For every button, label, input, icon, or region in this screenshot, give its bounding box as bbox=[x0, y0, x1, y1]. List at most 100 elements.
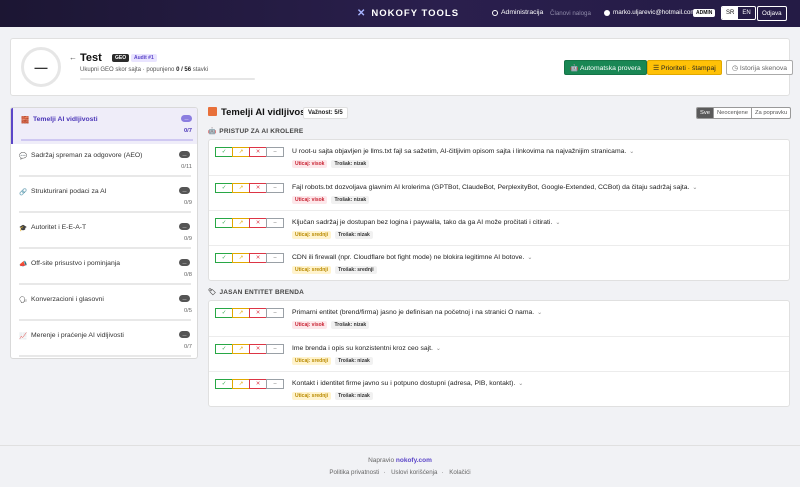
sidebar-item-label: Sadržaj spreman za odgovore (AEO) bbox=[31, 152, 143, 159]
lang-en-button[interactable]: EN bbox=[738, 7, 754, 19]
sidebar-item[interactable]: 💬 Sadržaj spreman za odgovore (AEO) — 0/11 bbox=[11, 144, 197, 180]
nav-user[interactable]: marko.uljarevic@hotmail.com bbox=[604, 9, 696, 16]
history-icon: ◷ bbox=[732, 65, 740, 72]
filter-all[interactable]: Sve bbox=[697, 108, 713, 118]
rating-yes-button[interactable]: ✓ bbox=[215, 147, 233, 157]
brand-logo[interactable]: ✕ NOKOFY TOOLS bbox=[357, 8, 459, 19]
brand-name: NOKOFY TOOLS bbox=[371, 8, 460, 19]
sidebar-item-status-pill: — bbox=[179, 187, 190, 194]
nav-admin-link[interactable]: Administracija bbox=[492, 9, 543, 16]
chevron-down-icon[interactable]: ⌄ bbox=[527, 255, 532, 261]
checklist-item: ✓ ↗ ✕ – CDN ili firewall (npr. Cloudflare bo… bbox=[209, 245, 789, 280]
sidebar-item[interactable]: 🎓 Autoritet i E-E-A-T — 0/9 bbox=[11, 216, 197, 252]
checklist-item-text[interactable]: U root-u sajta objavljen je llms.txt faj… bbox=[292, 148, 634, 155]
sidebar-item-label: Temelji AI vidljivosti bbox=[33, 116, 98, 123]
sidebar-item-icon: 📈 bbox=[19, 333, 28, 340]
sidebar-item-status-pill: — bbox=[179, 295, 190, 302]
sidebar-item[interactable]: 🔗 Strukturirani podaci za AI — 0/9 bbox=[11, 180, 197, 216]
rating-buttons: ✓ ↗ ✕ – bbox=[215, 308, 284, 318]
checklist-item-label: Ključan sadržaj je dostupan bez logina i… bbox=[292, 219, 553, 226]
chevron-down-icon[interactable]: ⌄ bbox=[436, 346, 441, 352]
rating-yes-button[interactable]: ✓ bbox=[215, 183, 233, 193]
rating-no-button[interactable]: ✕ bbox=[249, 344, 267, 354]
auto-check-button[interactable]: 🤖 Automatska provera bbox=[564, 60, 647, 75]
chevron-down-icon[interactable]: ⌄ bbox=[537, 310, 542, 316]
back-arrow-icon[interactable]: ← bbox=[69, 53, 77, 62]
rating-yes-button[interactable]: ✓ bbox=[215, 253, 233, 263]
rating-na-button[interactable]: – bbox=[266, 379, 284, 389]
rating-na-button[interactable]: – bbox=[266, 344, 284, 354]
checklist-item-label: Fajl robots.txt dozvoljava glavnim AI kr… bbox=[292, 184, 690, 191]
rating-na-button[interactable]: – bbox=[266, 253, 284, 263]
rating-yes-button[interactable]: ✓ bbox=[215, 379, 233, 389]
rating-buttons: ✓ ↗ ✕ – bbox=[215, 183, 284, 193]
rating-partial-button[interactable]: ↗ bbox=[232, 379, 250, 389]
rating-no-button[interactable]: ✕ bbox=[249, 379, 267, 389]
rating-buttons: ✓ ↗ ✕ – bbox=[215, 253, 284, 263]
rating-no-button[interactable]: ✕ bbox=[249, 147, 267, 157]
rating-partial-button[interactable]: ↗ bbox=[232, 253, 250, 263]
user-icon bbox=[604, 9, 610, 16]
rating-partial-button[interactable]: ↗ bbox=[232, 147, 250, 157]
rating-buttons: ✓ ↗ ✕ – bbox=[215, 218, 284, 228]
rating-buttons: ✓ ↗ ✕ – bbox=[215, 147, 284, 157]
checklist-item-text[interactable]: CDN ili firewall (npr. Cloudflare bot fi… bbox=[292, 254, 532, 261]
checklist-item-tags: Uticaj: visok Trošak: nizak bbox=[292, 321, 373, 329]
rating-no-button[interactable]: ✕ bbox=[249, 253, 267, 263]
rating-na-button[interactable]: – bbox=[266, 147, 284, 157]
impact-badge: Uticaj: srednji bbox=[292, 357, 332, 365]
sidebar-item[interactable]: 📣 Off-site prisustvo i pominjanja — 0/8 bbox=[11, 252, 197, 288]
filter-to-fix[interactable]: Za popravku bbox=[750, 108, 790, 118]
rating-partial-button[interactable]: ↗ bbox=[232, 183, 250, 193]
rating-yes-button[interactable]: ✓ bbox=[215, 218, 233, 228]
sidebar-item-progress-bar bbox=[19, 355, 191, 357]
rating-no-button[interactable]: ✕ bbox=[249, 218, 267, 228]
rating-partial-button[interactable]: ↗ bbox=[232, 308, 250, 318]
chevron-down-icon[interactable]: ⌄ bbox=[518, 381, 523, 387]
scan-history-button[interactable]: ◷ Istorija skenova bbox=[726, 60, 794, 75]
audit-tag: Audit #1 bbox=[131, 54, 157, 62]
rating-no-button[interactable]: ✕ bbox=[249, 183, 267, 193]
rating-partial-button[interactable]: ↗ bbox=[232, 218, 250, 228]
sidebar-item[interactable]: 🗣 Konverzacioni i glasovni — 0/5 bbox=[11, 288, 197, 324]
chevron-down-icon[interactable]: ⌄ bbox=[692, 185, 697, 191]
checklist-card: ✓ ↗ ✕ – U root-u sajta objavljen je llms.txt… bbox=[208, 139, 790, 281]
checklist-item-text[interactable]: Kontakt i identitet firme javno su i pot… bbox=[292, 380, 523, 387]
geo-tag: GEO bbox=[112, 54, 130, 62]
checklist-item-text[interactable]: Primarni entitet (brend/firma) jasno je … bbox=[292, 309, 542, 316]
rating-no-button[interactable]: ✕ bbox=[249, 308, 267, 318]
brand-x-icon: ✕ bbox=[357, 8, 367, 19]
checklist-item-text[interactable]: Fajl robots.txt dozvoljava glavnim AI kr… bbox=[292, 184, 697, 191]
footer-terms-link[interactable]: Uslovi korišćenja bbox=[391, 469, 437, 476]
filter-unrated[interactable]: Neocenjene bbox=[713, 108, 751, 118]
chevron-down-icon[interactable]: ⌄ bbox=[629, 149, 634, 155]
category-sidebar: 🧱 Temelji AI vidljivosti — 0/7 💬 Sadržaj spre… bbox=[10, 107, 198, 359]
sidebar-item[interactable]: 🧱 Temelji AI vidljivosti — 0/7 bbox=[11, 108, 197, 144]
logout-button[interactable]: Odjava bbox=[757, 6, 787, 21]
checklist-item: ✓ ↗ ✕ – Fajl robots.txt dozvoljava glavnim A… bbox=[209, 175, 789, 210]
rating-na-button[interactable]: – bbox=[266, 308, 284, 318]
sidebar-item[interactable]: 📈 Merenje i praćenje AI vidljivosti — 0/7 bbox=[11, 324, 197, 358]
chevron-down-icon[interactable]: ⌄ bbox=[555, 220, 560, 226]
rating-yes-button[interactable]: ✓ bbox=[215, 344, 233, 354]
checklist-item-text[interactable]: Ime brenda i opis su konzistentni kroz c… bbox=[292, 345, 441, 352]
footer-made-by: Napravio nokofy.com bbox=[0, 457, 800, 464]
footer-made-link[interactable]: nokofy.com bbox=[396, 457, 432, 464]
sidebar-item-icon: 🗣 bbox=[19, 297, 28, 304]
footer-cookies-link[interactable]: Kolačići bbox=[449, 469, 470, 476]
checklist-item-tags: Uticaj: srednji Trošak: nizak bbox=[292, 357, 377, 365]
rating-na-button[interactable]: – bbox=[266, 183, 284, 193]
checklist-item-text[interactable]: Ključan sadržaj je dostupan bez logina i… bbox=[292, 219, 560, 226]
lang-sr-button[interactable]: SR bbox=[722, 7, 739, 19]
priorities-print-button[interactable]: ☰ Prioriteti · štampaj bbox=[647, 60, 722, 75]
rating-yes-button[interactable]: ✓ bbox=[215, 308, 233, 318]
sidebar-item-status-pill: — bbox=[179, 151, 190, 158]
nav-members-link[interactable]: Članovi naloga bbox=[550, 10, 591, 17]
footer-privacy-link[interactable]: Politika privatnosti bbox=[329, 469, 379, 476]
admin-badge: ADMIN bbox=[693, 9, 716, 17]
rating-partial-button[interactable]: ↗ bbox=[232, 344, 250, 354]
score-description: Ukupni GEO skor sajta · popunjeno 0 / 56… bbox=[80, 67, 208, 73]
section-icon: 🤖 bbox=[208, 128, 217, 135]
checklist-item-label: Ime brenda i opis su konzistentni kroz c… bbox=[292, 345, 433, 352]
rating-na-button[interactable]: – bbox=[266, 218, 284, 228]
